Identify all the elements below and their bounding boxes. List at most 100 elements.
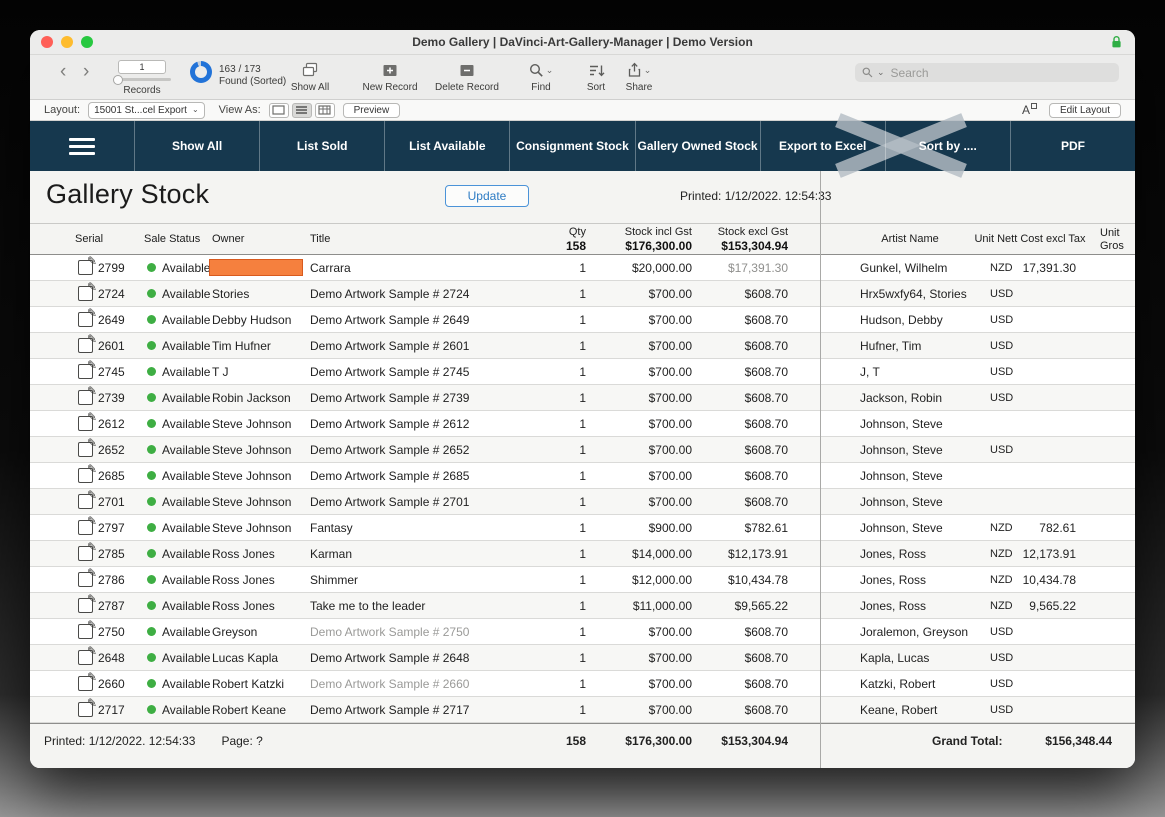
nav-button[interactable]: Consignment Stock	[509, 121, 634, 171]
owner-cell[interactable]: Steve Johnson	[212, 411, 310, 436]
share-button[interactable]: ⌄ Share	[614, 61, 664, 93]
edit-record-icon[interactable]: ✎	[78, 286, 93, 301]
nav-button[interactable]: List Sold	[259, 121, 384, 171]
delete-record-label: Delete Record	[435, 82, 499, 93]
search-box[interactable]: ⌄	[855, 63, 1119, 82]
table-row[interactable]: ✎ 2797 Available Steve Johnson Fantasy 1…	[30, 515, 1135, 541]
find-dropdown-chevron-icon[interactable]: ⌄	[546, 66, 554, 75]
delete-record-button[interactable]: Delete Record	[428, 61, 506, 93]
owner-cell[interactable]: Ross Jones	[212, 593, 310, 618]
view-form-button[interactable]	[269, 103, 289, 118]
owner-cell[interactable]: Lucas Kapla	[212, 645, 310, 670]
table-row[interactable]: ✎ 2652 Available Steve Johnson Demo Artw…	[30, 437, 1135, 463]
close-window-button[interactable]	[41, 36, 53, 48]
show-all-toolbar-button[interactable]: Show All	[280, 61, 340, 93]
owner-cell[interactable]: Steve Johnson	[212, 437, 310, 462]
table-row[interactable]: ✎ 2745 Available T J Demo Artwork Sample…	[30, 359, 1135, 385]
layout-select[interactable]: 15001 St...cel Export ⌄	[88, 102, 205, 119]
share-dropdown-chevron-icon[interactable]: ⌄	[644, 66, 652, 75]
owner-cell[interactable]: Steve Johnson	[212, 463, 310, 488]
table-row[interactable]: ✎ 2660 Available Robert Katzki Demo Artw…	[30, 671, 1135, 697]
edit-record-icon[interactable]: ✎	[78, 260, 93, 275]
serial-cell: 2799	[98, 255, 144, 280]
pencil-icon: ✎	[87, 358, 97, 372]
table-row[interactable]: ✎ 2787 Available Ross Jones Take me to t…	[30, 593, 1135, 619]
edit-layout-button[interactable]: Edit Layout	[1049, 103, 1121, 118]
record-slider-knob[interactable]	[113, 75, 123, 85]
formatting-bar-toggle-icon[interactable]: A	[1022, 103, 1037, 117]
edit-record-icon[interactable]: ✎	[78, 338, 93, 353]
edit-record-icon[interactable]: ✎	[78, 650, 93, 665]
edit-record-icon[interactable]: ✎	[78, 702, 93, 717]
table-row[interactable]: ✎ 2786 Available Ross Jones Shimmer 1 $1…	[30, 567, 1135, 593]
nav-button[interactable]: Gallery Owned Stock	[635, 121, 760, 171]
table-row[interactable]: ✎ 2799 Available Carrara 1 $20,000.00 $1…	[30, 255, 1135, 281]
edit-record-icon[interactable]: ✎	[78, 416, 93, 431]
table-row[interactable]: ✎ 2612 Available Steve Johnson Demo Artw…	[30, 411, 1135, 437]
owner-cell[interactable]: Tim Hufner	[212, 333, 310, 358]
owner-cell[interactable]: Greyson	[212, 619, 310, 644]
search-input[interactable]	[889, 65, 1112, 81]
owner-cell[interactable]: Steve Johnson	[212, 515, 310, 540]
found-set-pie-icon[interactable]	[190, 61, 212, 83]
table-row[interactable]: ✎ 2739 Available Robin Jackson Demo Artw…	[30, 385, 1135, 411]
edit-record-icon[interactable]: ✎	[78, 442, 93, 457]
view-list-button[interactable]	[292, 103, 312, 118]
new-record-button[interactable]: New Record	[358, 61, 422, 93]
preview-button[interactable]: Preview	[343, 103, 401, 118]
nav-button[interactable]: Sort by ....	[885, 121, 1010, 171]
nav-button[interactable]: PDF	[1010, 121, 1135, 171]
owner-cell[interactable]: Ross Jones	[212, 567, 310, 592]
currency-cell	[990, 411, 1030, 436]
table-row[interactable]: ✎ 2701 Available Steve Johnson Demo Artw…	[30, 489, 1135, 515]
search-scope-chevron-icon[interactable]: ⌄	[877, 68, 885, 77]
table-row[interactable]: ✎ 2717 Available Robert Keane Demo Artwo…	[30, 697, 1135, 723]
nav-button[interactable]: List Available	[384, 121, 509, 171]
edit-record-icon[interactable]: ✎	[78, 676, 93, 691]
owner-cell[interactable]: Ross Jones	[212, 541, 310, 566]
table-row[interactable]: ✎ 2601 Available Tim Hufner Demo Artwork…	[30, 333, 1135, 359]
edit-record-icon[interactable]: ✎	[78, 598, 93, 613]
edit-record-icon[interactable]: ✎	[78, 520, 93, 535]
edit-record-icon[interactable]: ✎	[78, 546, 93, 561]
owner-cell[interactable]: Robert Keane	[212, 697, 310, 722]
edit-record-icon[interactable]: ✎	[78, 494, 93, 509]
previous-record-button[interactable]: ‹	[60, 61, 66, 83]
nav-button[interactable]: Export to Excel	[760, 121, 885, 171]
update-button[interactable]: Update	[445, 185, 529, 207]
owner-cell[interactable]: Steve Johnson	[212, 489, 310, 514]
table-row[interactable]: ✎ 2785 Available Ross Jones Karman 1 $14…	[30, 541, 1135, 567]
view-table-button[interactable]	[315, 103, 335, 118]
edit-record-icon[interactable]: ✎	[78, 312, 93, 327]
edit-record-icon[interactable]: ✎	[78, 364, 93, 379]
table-row[interactable]: ✎ 2750 Available Greyson Demo Artwork Sa…	[30, 619, 1135, 645]
stock-excl-cell: $608.70	[692, 385, 788, 410]
owner-cell[interactable]: Robin Jackson	[212, 385, 310, 410]
edit-record-icon[interactable]: ✎	[78, 572, 93, 587]
owner-cell[interactable]: T J	[212, 359, 310, 384]
edit-record-icon[interactable]: ✎	[78, 390, 93, 405]
next-record-button[interactable]: ›	[83, 61, 89, 83]
stock-excl-cell: $608.70	[692, 333, 788, 358]
minimize-window-button[interactable]	[61, 36, 73, 48]
owner-cell[interactable]: Debby Hudson	[212, 307, 310, 332]
table-row[interactable]: ✎ 2724 Available Stories Demo Artwork Sa…	[30, 281, 1135, 307]
owner-cell[interactable]: Robert Katzki	[212, 671, 310, 696]
table-row[interactable]: ✎ 2649 Available Debby Hudson Demo Artwo…	[30, 307, 1135, 333]
owner-cell[interactable]	[212, 255, 310, 280]
record-slider[interactable]	[113, 78, 171, 81]
edit-record-icon[interactable]: ✎	[78, 468, 93, 483]
edit-record-icon[interactable]: ✎	[78, 624, 93, 639]
nav-button[interactable]: Show All	[134, 121, 259, 171]
current-record-field[interactable]: 1	[118, 60, 166, 74]
table-row[interactable]: ✎ 2648 Available Lucas Kapla Demo Artwor…	[30, 645, 1135, 671]
column-header-artist: Artist Name	[860, 233, 960, 245]
zoom-window-button[interactable]	[81, 36, 93, 48]
table-row[interactable]: ✎ 2685 Available Steve Johnson Demo Artw…	[30, 463, 1135, 489]
owner-cell[interactable]: Stories	[212, 281, 310, 306]
status-label: Available	[162, 391, 210, 405]
menu-button[interactable]	[30, 121, 134, 171]
find-button[interactable]: ⌄ Find	[516, 61, 566, 93]
sort-button[interactable]: Sort	[576, 61, 616, 93]
unit-nett-cell: 10,434.78	[1030, 567, 1076, 592]
